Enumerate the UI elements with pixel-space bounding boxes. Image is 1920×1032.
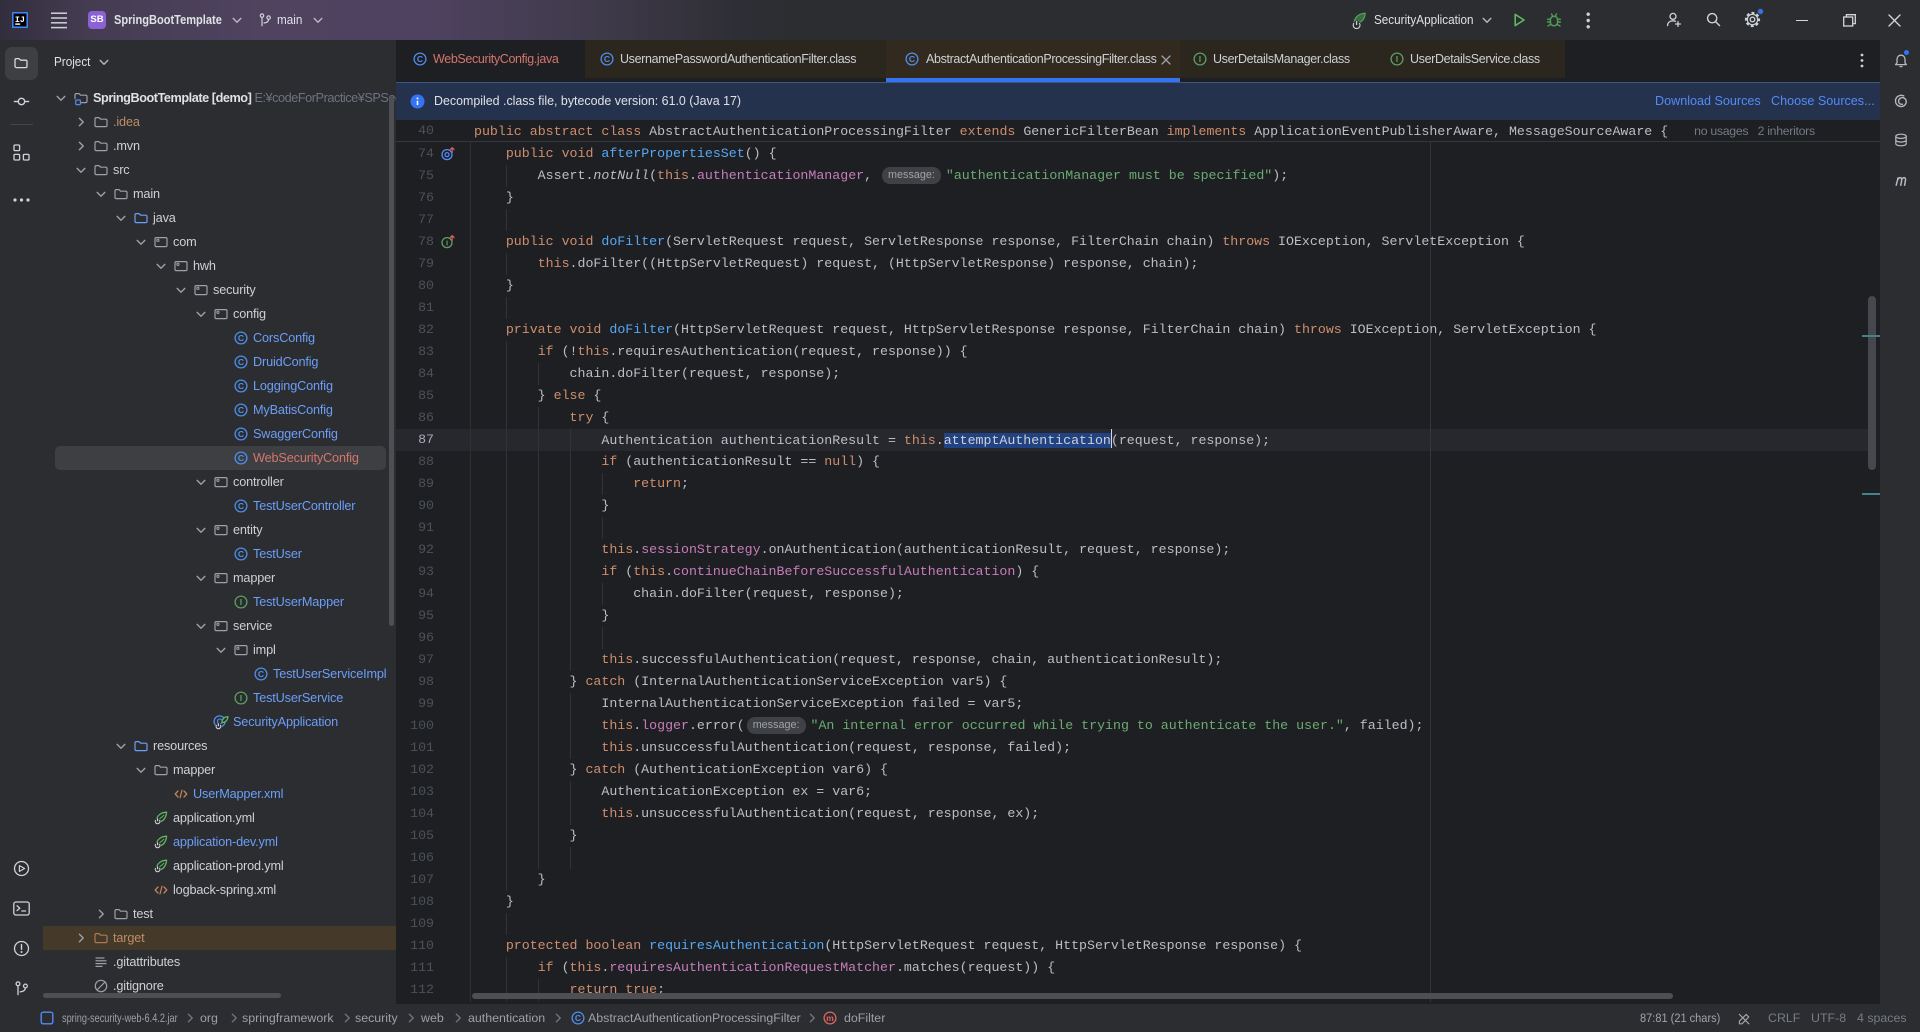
svg-text:C: C: [909, 54, 915, 64]
svg-text:C: C: [604, 54, 610, 64]
svg-text:C: C: [238, 333, 244, 343]
svg-text:C: C: [575, 1013, 581, 1023]
svg-text:C: C: [238, 429, 244, 439]
svg-text:C: C: [417, 54, 423, 64]
svg-text:C: C: [238, 357, 244, 367]
svg-text:I: I: [1396, 54, 1398, 64]
svg-text:C: C: [238, 405, 244, 415]
svg-text:m: m: [826, 1013, 834, 1023]
svg-text:I: I: [1199, 54, 1201, 64]
svg-text:IJ: IJ: [15, 15, 25, 25]
svg-text:C: C: [238, 381, 244, 391]
svg-text:C: C: [258, 669, 264, 679]
svg-text:C: C: [238, 549, 244, 559]
svg-text:C: C: [238, 501, 244, 511]
svg-text:C: C: [238, 453, 244, 463]
svg-text:I: I: [240, 597, 242, 607]
svg-text:I: I: [240, 693, 242, 703]
svg-text:I: I: [446, 238, 448, 247]
